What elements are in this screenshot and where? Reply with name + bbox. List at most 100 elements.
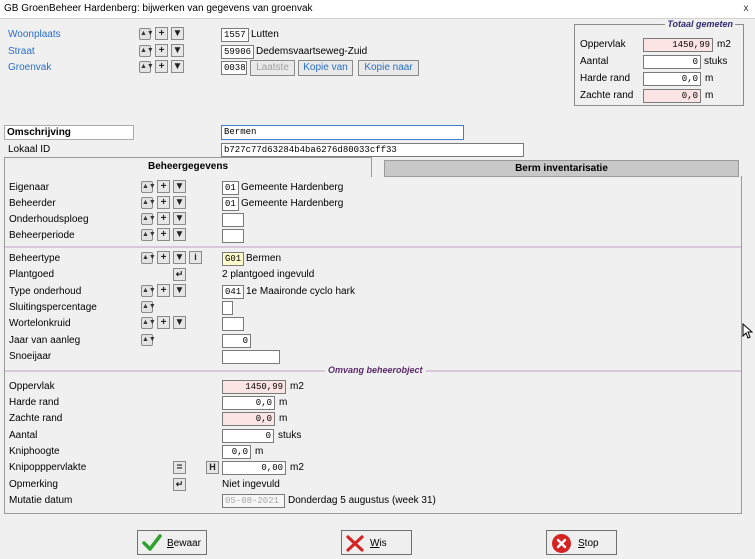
kniphoogte-field[interactable]: 0,0 — [222, 445, 251, 459]
type-onderhoud-dropdown-button[interactable]: ▼ — [173, 284, 186, 297]
oppervlak-field[interactable]: 1450,99 — [222, 380, 286, 394]
beheertype-spinner[interactable]: ▲▼ — [141, 252, 156, 264]
kopie-naar-button[interactable]: Kopie naar — [358, 60, 419, 76]
eigenaar-code-field[interactable]: 01 — [222, 181, 239, 195]
woonplaats-dropdown-button[interactable]: ▼ — [171, 27, 184, 40]
beheerperiode-code-field[interactable] — [222, 229, 244, 243]
sluitingspercentage-spinner[interactable]: ▲▼ — [141, 301, 156, 313]
snoeijaar-field[interactable] — [222, 350, 280, 364]
mutatie-datum-label: Mutatie datum — [9, 495, 73, 506]
beheertype-code-field[interactable]: G01 — [222, 252, 244, 266]
plantgoed-enter-icon[interactable]: ↵ — [173, 268, 186, 281]
woonplaats-spinner[interactable]: ▲▼ — [139, 28, 154, 40]
onderhoudsploeg-dropdown-button[interactable]: ▼ — [173, 212, 186, 225]
zachte-rand-field[interactable]: 0,0 — [222, 412, 275, 426]
aantal-unit: stuks — [278, 430, 302, 441]
type-onderhoud-add-button[interactable]: + — [157, 284, 170, 297]
stop-button-label: Stop — [578, 538, 599, 549]
beheerperiode-label: Beheerperiode — [9, 230, 75, 241]
beheerder-dropdown-button[interactable]: ▼ — [173, 196, 186, 209]
eigenaar-spinner[interactable]: ▲▼ — [141, 181, 156, 193]
beheergegevens-panel — [4, 176, 742, 514]
woonplaats-code-field[interactable]: 1557 — [221, 28, 249, 42]
woonplaats-value: Lutten — [251, 29, 279, 40]
totaal-aantal-value: 0 — [643, 55, 701, 69]
groenvak-spinner[interactable]: ▲▼ — [139, 61, 154, 73]
beheerder-add-button[interactable]: + — [157, 196, 170, 209]
plantgoed-value: 2 plantgoed ingevuld — [222, 269, 315, 280]
beheertype-label: Beheertype — [9, 253, 61, 264]
totaal-oppervlak-unit: m2 — [717, 39, 731, 50]
eigenaar-dropdown-button[interactable]: ▼ — [173, 180, 186, 193]
separator-1 — [5, 246, 741, 248]
beheertype-add-button[interactable]: + — [157, 251, 170, 264]
groenvak-add-button[interactable]: + — [155, 60, 168, 73]
totaal-aantal-label: Aantal — [580, 56, 609, 67]
knipoppervlakte-label: Knipopppervlakte — [9, 462, 87, 473]
straat-spinner[interactable]: ▲▼ — [139, 45, 154, 57]
beheerperiode-dropdown-button[interactable]: ▼ — [173, 228, 186, 241]
wortelonkruid-spinner[interactable]: ▲▼ — [141, 317, 156, 329]
totaal-harde-rand-unit: m — [705, 73, 714, 84]
onderhoudsploeg-code-field[interactable] — [222, 213, 244, 227]
straat-dropdown-button[interactable]: ▼ — [171, 44, 184, 57]
knipoppervlakte-h-button[interactable]: H — [206, 461, 219, 474]
straat-add-button[interactable]: + — [155, 44, 168, 57]
sluitingspercentage-field[interactable] — [222, 301, 233, 315]
stop-button[interactable]: Stop — [546, 530, 617, 555]
straat-code-field[interactable]: 59906 — [221, 45, 254, 59]
bewaar-button[interactable]: Bewaar — [137, 530, 207, 555]
beheertype-info-icon[interactable]: i — [189, 251, 202, 264]
tab-berm-inventarisatie[interactable]: Berm inventarisatie — [384, 160, 739, 177]
laatste-button[interactable]: Laatste — [250, 60, 295, 76]
jaar-van-aanleg-field[interactable]: 0 — [222, 334, 251, 348]
wortelonkruid-code-field[interactable] — [222, 317, 244, 331]
snoeijaar-label: Snoeijaar — [9, 351, 52, 362]
woonplaats-link[interactable]: Woonplaats — [8, 29, 61, 40]
beheerder-code-field[interactable]: 01 — [222, 197, 239, 211]
eigenaar-value: Gemeente Hardenberg — [241, 182, 344, 193]
harde-rand-label: Harde rand — [9, 397, 60, 408]
tab-beheergegevens[interactable]: Beheergegevens — [4, 157, 372, 177]
lokaal-id-field[interactable]: b727c77d63284b4ba6276d80033cff33 — [221, 143, 524, 157]
eigenaar-label: Eigenaar — [9, 182, 50, 193]
mouse-cursor-icon — [742, 323, 753, 339]
oppervlak-unit: m2 — [290, 381, 304, 392]
totaal-gemeten-box: Totaal gemeten Oppervlak 1450,99 m2 Aant… — [574, 19, 744, 106]
knipoppervlakte-field[interactable]: 0,00 — [222, 461, 286, 475]
zachte-rand-unit: m — [279, 413, 288, 424]
woonplaats-add-button[interactable]: + — [155, 27, 168, 40]
eigenaar-add-button[interactable]: + — [157, 180, 170, 193]
wortelonkruid-dropdown-button[interactable]: ▼ — [173, 316, 186, 329]
beheerder-spinner[interactable]: ▲▼ — [141, 197, 156, 209]
beheerperiode-add-button[interactable]: + — [157, 228, 170, 241]
groenvak-dropdown-button[interactable]: ▼ — [171, 60, 184, 73]
beheerperiode-spinner[interactable]: ▲▼ — [141, 229, 156, 241]
opmerking-enter-icon[interactable]: ↵ — [173, 478, 186, 491]
beheertype-dropdown-button[interactable]: ▼ — [173, 251, 186, 264]
kopie-van-button[interactable]: Kopie van — [298, 60, 353, 76]
onderhoudsploeg-spinner[interactable]: ▲▼ — [141, 213, 156, 225]
aantal-field[interactable]: 0 — [222, 429, 274, 443]
omschrijving-input[interactable]: Bermen — [221, 125, 464, 140]
type-onderhoud-code-field[interactable]: 041 — [222, 285, 244, 299]
wis-button[interactable]: Wis — [341, 530, 412, 555]
type-onderhoud-spinner[interactable]: ▲▼ — [141, 285, 156, 297]
zachte-rand-label: Zachte rand — [9, 413, 63, 424]
onderhoudsploeg-add-button[interactable]: + — [157, 212, 170, 225]
harde-rand-field[interactable]: 0,0 — [222, 396, 275, 410]
groenvak-link[interactable]: Groenvak — [8, 62, 51, 73]
wortelonkruid-label: Wortelonkruid — [9, 318, 71, 329]
straat-link[interactable]: Straat — [8, 46, 35, 57]
groenvak-code-field[interactable]: 0038 — [221, 61, 247, 75]
mutatie-datum-field: 05-08-2021 — [222, 494, 285, 508]
bewaar-button-label: Bewaar — [167, 538, 201, 549]
close-button[interactable]: x — [739, 2, 753, 16]
jaar-van-aanleg-spinner[interactable]: ▲▼ — [141, 334, 156, 346]
wortelonkruid-add-button[interactable]: + — [157, 316, 170, 329]
knipoppervlakte-equals-button[interactable]: = — [173, 461, 186, 474]
wis-button-label: Wis — [370, 538, 387, 549]
stop-icon — [552, 534, 571, 553]
oppervlak-label: Oppervlak — [9, 381, 55, 392]
totaal-harde-rand-label: Harde rand — [580, 73, 631, 84]
